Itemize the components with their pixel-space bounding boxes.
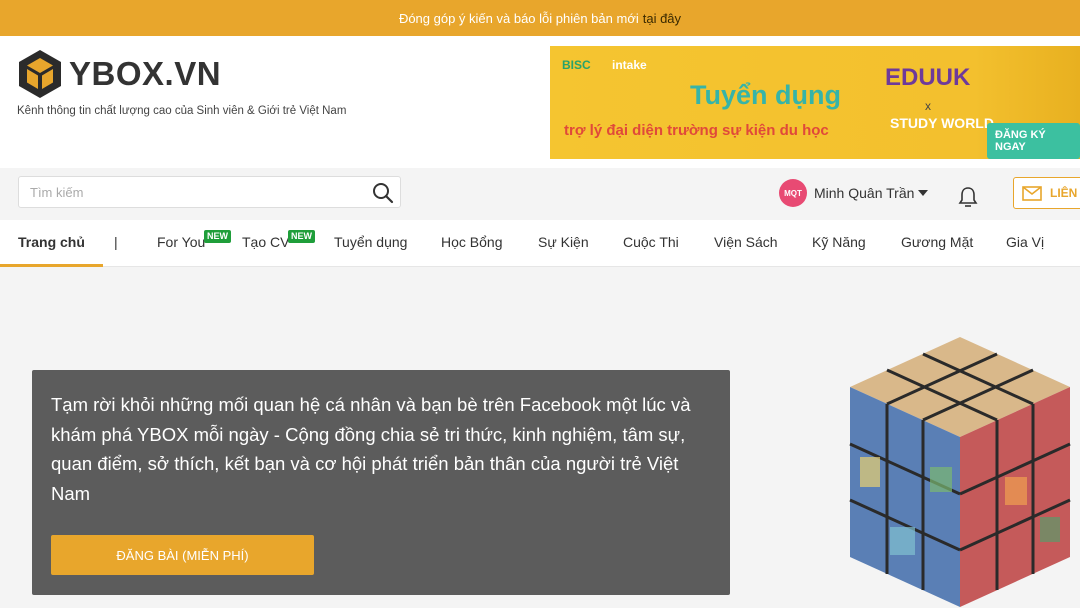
nav-item-events[interactable]: Sự Kiện [538, 220, 589, 267]
banner-partner-eduuk: EDUUK [885, 64, 971, 91]
logo-text: YBOX.VN [69, 55, 222, 92]
ad-banner[interactable]: BISC intake Tuyển dụng trợ lý đại diện t… [550, 46, 1080, 159]
caret-down-icon [918, 190, 929, 196]
new-badge: NEW [204, 230, 231, 243]
nav-separator: | [114, 234, 118, 250]
nav-item-home[interactable]: Trang chủ [0, 220, 103, 267]
banner-brand-intake: intake [612, 58, 647, 72]
bell-icon[interactable] [958, 186, 978, 213]
feedback-link[interactable]: tại đây [643, 11, 681, 26]
main-nav: Trang chủ | For You NEW Tạo CV NEW Tuyển… [0, 220, 1080, 267]
nav-item-jobs[interactable]: Tuyển dụng [334, 220, 407, 267]
nav-item-books[interactable]: Viện Sách [714, 220, 778, 267]
logo-cube-icon [19, 50, 61, 98]
banner-brand-bisc: BISC [562, 58, 591, 72]
user-name: Minh Quân Trần [814, 185, 915, 201]
feedback-bar: Đóng góp ý kiến và báo lỗi phiên bản mới… [0, 0, 1080, 36]
nav-item-scholarships[interactable]: Học Bổng [441, 220, 502, 267]
post-free-button[interactable]: ĐĂNG BÀI (MIỄN PHÍ) [51, 535, 314, 575]
nav-item-create-cv[interactable]: Tạo CV [242, 220, 289, 267]
feedback-message: Đóng góp ý kiến và báo lỗi phiên bản mới [398, 10, 639, 26]
nav-item-faces[interactable]: Gương Mặt [901, 220, 973, 267]
user-menu[interactable]: MQT Minh Quân Trần [779, 179, 929, 207]
intro-text: Tạm rời khỏi những mối quan hệ cá nhân v… [51, 394, 691, 504]
nav-item-contests[interactable]: Cuộc Thi [623, 220, 679, 267]
nav-item-skills[interactable]: Kỹ Năng [812, 220, 866, 267]
new-badge: NEW [288, 230, 315, 243]
search-input[interactable] [19, 177, 359, 207]
hero-section: Tạm rời khỏi những mối quan hệ cá nhân v… [0, 267, 1080, 608]
search-icon[interactable] [372, 182, 394, 209]
banner-x: x [925, 99, 931, 113]
banner-title: Tuyển dụng [690, 80, 841, 110]
rubik-cube-illustration [849, 337, 1071, 607]
intro-panel: Tạm rời khỏi những mối quan hệ cá nhân v… [32, 370, 730, 595]
header: YBOX.VN Kênh thông tin chất lượng cao củ… [0, 36, 1080, 168]
nav-item-for-you[interactable]: For You [157, 220, 205, 267]
tagline: Kênh thông tin chất lượng cao của Sinh v… [17, 105, 347, 117]
search-box [18, 176, 401, 208]
banner-subtitle: trợ lý đại diện trường sự kiện du học [564, 122, 829, 139]
banner-partner-studyworld: STUDY WORLD [890, 115, 994, 131]
contact-button[interactable]: LIÊN H [1013, 177, 1080, 209]
mail-icon [1022, 185, 1042, 201]
search-row: MQT Minh Quân Trần LIÊN H [0, 168, 1080, 220]
logo[interactable]: YBOX.VN [17, 48, 221, 100]
avatar: MQT [779, 179, 807, 207]
contact-label: LIÊN H [1050, 186, 1080, 200]
nav-item-spices[interactable]: Gia Vị [1006, 220, 1044, 267]
banner-cta-button[interactable]: ĐĂNG KÝ NGAY [987, 123, 1080, 159]
